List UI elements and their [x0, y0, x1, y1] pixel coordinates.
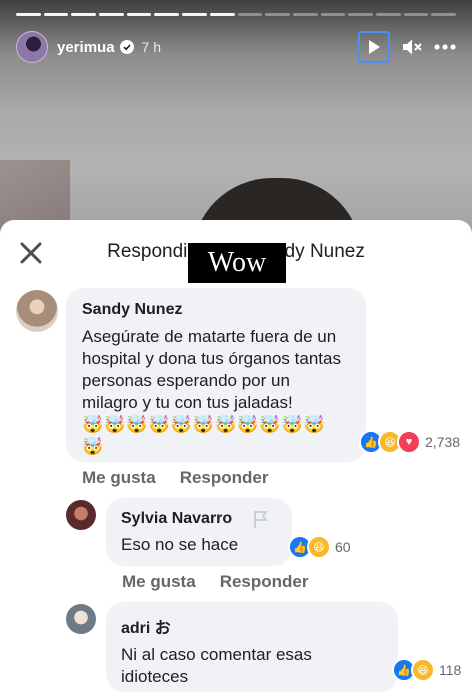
- avatar[interactable]: [66, 500, 96, 530]
- reply-button[interactable]: Responder: [220, 572, 309, 592]
- like-button[interactable]: Me gusta: [122, 572, 196, 592]
- flag-icon[interactable]: [252, 509, 270, 529]
- story-header: yerimua 7 h: [16, 30, 456, 64]
- progress-segment: [126, 13, 152, 16]
- muted-speaker-icon: [403, 39, 422, 55]
- reply-button[interactable]: Responder: [180, 468, 269, 488]
- comment-author[interactable]: Sandy Nunez: [82, 301, 350, 319]
- comment-bubble: adri お Ni al caso comentar esas idiotece…: [106, 602, 398, 692]
- progress-segment: [431, 13, 456, 16]
- progress-segment: [154, 13, 180, 16]
- more-button[interactable]: [434, 44, 456, 50]
- progress-segment: [375, 13, 401, 16]
- progress-segment: [237, 13, 263, 16]
- comment-text: Eso no se hace: [121, 535, 239, 554]
- reaction-summary[interactable]: 👍 😆 ♥ 2,738: [359, 430, 460, 454]
- reaction-summary[interactable]: 👍 😆 118: [392, 658, 461, 682]
- wow-overlay-label: Wow: [188, 243, 286, 283]
- story-progress-bar: [16, 13, 456, 16]
- progress-segment: [348, 13, 373, 16]
- progress-segment: [43, 13, 69, 16]
- play-button[interactable]: [358, 31, 390, 63]
- progress-segment: [16, 13, 41, 16]
- reaction-count: 60: [335, 539, 351, 555]
- comment-text: Ni al caso comentar esas idioteces: [121, 645, 312, 686]
- play-icon: [369, 40, 380, 54]
- mute-button[interactable]: [402, 38, 422, 56]
- reaction-count: 118: [439, 662, 462, 678]
- comment-bubble: Sandy Nunez Asegúrate de matarte fuera d…: [66, 288, 366, 462]
- progress-segment: [265, 13, 290, 16]
- love-reaction-icon: ♥: [397, 430, 421, 454]
- post-time: 7 h: [141, 39, 162, 55]
- like-button[interactable]: Me gusta: [82, 468, 156, 488]
- username[interactable]: yerimua: [57, 39, 115, 56]
- comment-text: Asegúrate de matarte fuera de un hospita…: [82, 327, 341, 412]
- progress-segment: [209, 13, 235, 16]
- progress-segment: [71, 13, 97, 16]
- progress-segment: [182, 13, 207, 16]
- comment-emojis: 🤯🤯🤯🤯🤯🤯🤯🤯🤯🤯🤯🤯: [82, 415, 326, 457]
- comment-author[interactable]: adri お: [121, 614, 383, 638]
- shared-comment-sheet: Respondiendo a Sandy Nunez Wow Sandy Nun…: [0, 220, 472, 698]
- haha-reaction-icon: 😆: [411, 658, 435, 682]
- haha-reaction-icon: 😆: [307, 535, 331, 559]
- reaction-summary[interactable]: 👍 😆 60: [288, 535, 351, 559]
- progress-segment: [99, 13, 124, 16]
- progress-segment: [403, 13, 429, 16]
- avatar[interactable]: [16, 31, 48, 63]
- progress-segment: [320, 13, 346, 16]
- avatar[interactable]: [16, 290, 58, 332]
- reaction-count: 2,738: [425, 434, 461, 450]
- more-dots-icon: [434, 44, 456, 50]
- verified-badge-icon: [119, 40, 134, 54]
- avatar[interactable]: [66, 604, 96, 634]
- progress-segment: [292, 13, 318, 16]
